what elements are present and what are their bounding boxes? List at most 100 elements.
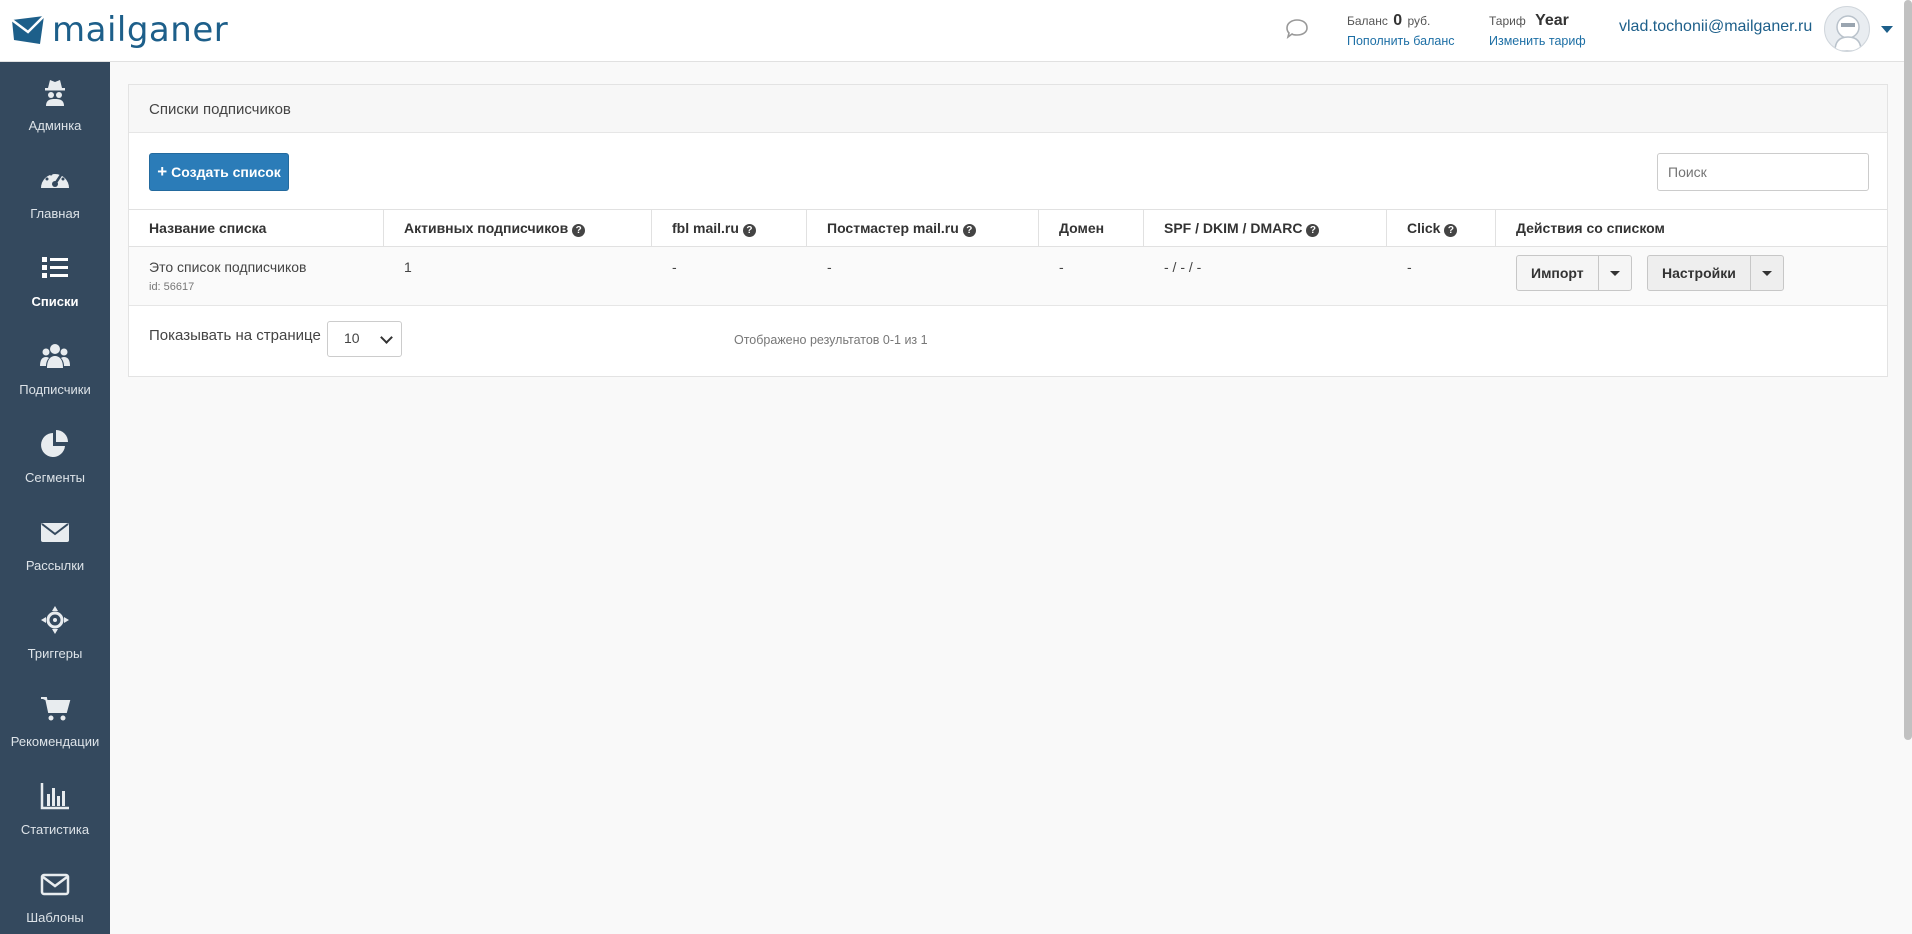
lists-panel: Списки подписчиков + Создать список Назв… — [128, 84, 1888, 377]
caret-down-icon — [1761, 270, 1772, 276]
caret-down-icon — [1609, 270, 1620, 276]
column-header-actions: Действия со списком — [1496, 210, 1887, 247]
column-header-fbl[interactable]: fbl mail.ru? — [652, 210, 807, 247]
sidebar-item-subscribers[interactable]: Подписчики — [0, 326, 110, 414]
sidebar-item-label: Подписчики — [19, 382, 91, 397]
envelope-icon — [41, 523, 69, 542]
search-input[interactable] — [1657, 153, 1869, 191]
sidebar-item-label: Рекомендации — [10, 734, 100, 749]
help-icon[interactable]: ? — [962, 224, 976, 237]
avatar[interactable] — [1824, 6, 1870, 52]
column-header-domain[interactable]: Домен — [1039, 210, 1144, 247]
change-tariff-link[interactable]: Изменить тариф — [1489, 34, 1586, 48]
results-summary: Отображено результатов 0-1 из 1 — [734, 333, 928, 347]
logo-text: mailganer — [52, 10, 229, 50]
column-header-label: fbl mail.ru — [672, 220, 739, 236]
settings-button[interactable]: Настройки — [1648, 256, 1751, 290]
tariff-label: Тариф — [1489, 14, 1526, 28]
sidebar: Админка Главная Списки Подписчики Сегмен… — [0, 62, 110, 934]
logo[interactable]: mailganer — [10, 10, 228, 50]
sidebar-item-label: Списки — [31, 294, 79, 309]
spy-icon — [45, 80, 65, 106]
column-header-label: Название списка — [149, 220, 267, 236]
settings-dropdown-toggle[interactable] — [1751, 256, 1783, 290]
sidebar-item-label: Сегменты — [24, 470, 85, 485]
sidebar-item-label: Шаблоны — [26, 910, 84, 925]
chat-icon[interactable] — [1284, 18, 1310, 40]
panel-title: Списки подписчиков — [129, 85, 1887, 133]
balance-currency: руб. — [1407, 14, 1431, 28]
column-header-name[interactable]: Название списка — [129, 210, 384, 247]
column-header-label: SPF / DKIM / DMARC — [1164, 220, 1303, 236]
balance-value: 0 — [1393, 12, 1403, 29]
column-header-postmaster[interactable]: Постмастер mail.ru? — [807, 210, 1039, 247]
avatar-face-icon — [1834, 15, 1862, 51]
per-page-label: Показывать на странице — [149, 327, 321, 344]
crosshair-icon — [41, 606, 69, 634]
sidebar-item-home[interactable]: Главная — [0, 150, 110, 238]
list-icon — [42, 257, 68, 278]
envelope-outline-icon — [40, 873, 70, 896]
dashboard-icon — [41, 170, 69, 188]
sidebar-item-label: Статистика — [20, 822, 90, 837]
balance-label: Баланс — [1347, 14, 1388, 28]
help-icon[interactable]: ? — [572, 224, 586, 237]
top-bar: mailganer Баланс 0 руб. Пополнить баланс… — [0, 0, 1912, 62]
sidebar-item-segments[interactable]: Сегменты — [0, 414, 110, 502]
per-page-select[interactable]: 10 — [327, 321, 402, 357]
user-menu-chevron-down-icon[interactable] — [1881, 26, 1893, 33]
sidebar-item-label: Триггеры — [27, 646, 83, 661]
column-header-label: Активных подписчиков — [404, 220, 569, 236]
column-header-label: Постмастер mail.ru — [827, 220, 959, 236]
pie-chart-icon — [41, 430, 68, 457]
sidebar-item-triggers[interactable]: Триггеры — [0, 590, 110, 678]
column-header-label: Действия со списком — [1516, 220, 1665, 236]
logo-envelope-icon — [11, 15, 45, 44]
column-header-label: Домен — [1059, 220, 1105, 236]
top-up-balance-link[interactable]: Пополнить баланс — [1347, 34, 1455, 48]
cart-icon — [41, 697, 71, 721]
settings-button-group: Настройки — [1647, 255, 1784, 291]
sidebar-item-label: Главная — [30, 206, 80, 221]
column-header-active[interactable]: Активных подписчиков? — [384, 210, 652, 247]
column-header-label: Click — [1407, 220, 1441, 236]
list-id: id: 56617 — [149, 281, 195, 293]
fbl-cell: - — [672, 259, 677, 275]
per-page-value: 10 — [344, 330, 360, 346]
tariff-value: Year — [1535, 12, 1569, 29]
tariff-block: Тариф Year Изменить тариф — [1489, 12, 1586, 48]
sidebar-item-lists[interactable]: Списки — [0, 238, 110, 326]
help-icon[interactable]: ? — [1444, 224, 1458, 237]
table-row: Это список подписчиков id: 56617 1 - - -… — [129, 247, 1887, 306]
create-list-button[interactable]: + Создать список — [149, 153, 289, 191]
table-header: Название списка Активных подписчиков? fb… — [129, 209, 1887, 247]
list-name[interactable]: Это список подписчиков — [149, 259, 306, 275]
sidebar-item-mailings[interactable]: Рассылки — [0, 502, 110, 590]
help-icon[interactable]: ? — [1306, 224, 1320, 237]
sidebar-item-recommendations[interactable]: Рекомендации — [0, 678, 110, 766]
click-cell: - — [1407, 259, 1412, 275]
page-scrollbar[interactable] — [1904, 0, 1912, 740]
spf-cell: - / - / - — [1164, 259, 1202, 275]
user-email-link[interactable]: vlad.tochonii@mailganer.ru — [1619, 18, 1812, 36]
plus-icon: + — [157, 162, 168, 181]
sidebar-item-admin[interactable]: Админка — [0, 62, 110, 150]
chevron-down-icon — [380, 331, 393, 344]
bar-chart-icon — [40, 783, 69, 810]
sidebar-item-label: Рассылки — [25, 558, 85, 573]
users-icon — [40, 344, 70, 368]
import-dropdown-toggle[interactable] — [1599, 256, 1631, 290]
import-button-group: Импорт — [1516, 255, 1632, 291]
create-list-label: Создать список — [171, 164, 281, 180]
help-icon[interactable]: ? — [742, 224, 756, 237]
column-header-click[interactable]: Click? — [1387, 210, 1496, 247]
list-name-cell[interactable]: Это список подписчиков id: 56617 — [149, 259, 306, 293]
postmaster-cell: - — [827, 259, 832, 275]
column-header-spf[interactable]: SPF / DKIM / DMARC? — [1144, 210, 1387, 247]
sidebar-item-label: Админка — [28, 118, 82, 133]
domain-cell: - — [1059, 259, 1064, 275]
sidebar-item-statistics[interactable]: Статистика — [0, 766, 110, 854]
active-subscribers-cell: 1 — [404, 259, 412, 275]
import-button[interactable]: Импорт — [1517, 256, 1599, 290]
sidebar-item-templates[interactable]: Шаблоны — [0, 854, 110, 934]
